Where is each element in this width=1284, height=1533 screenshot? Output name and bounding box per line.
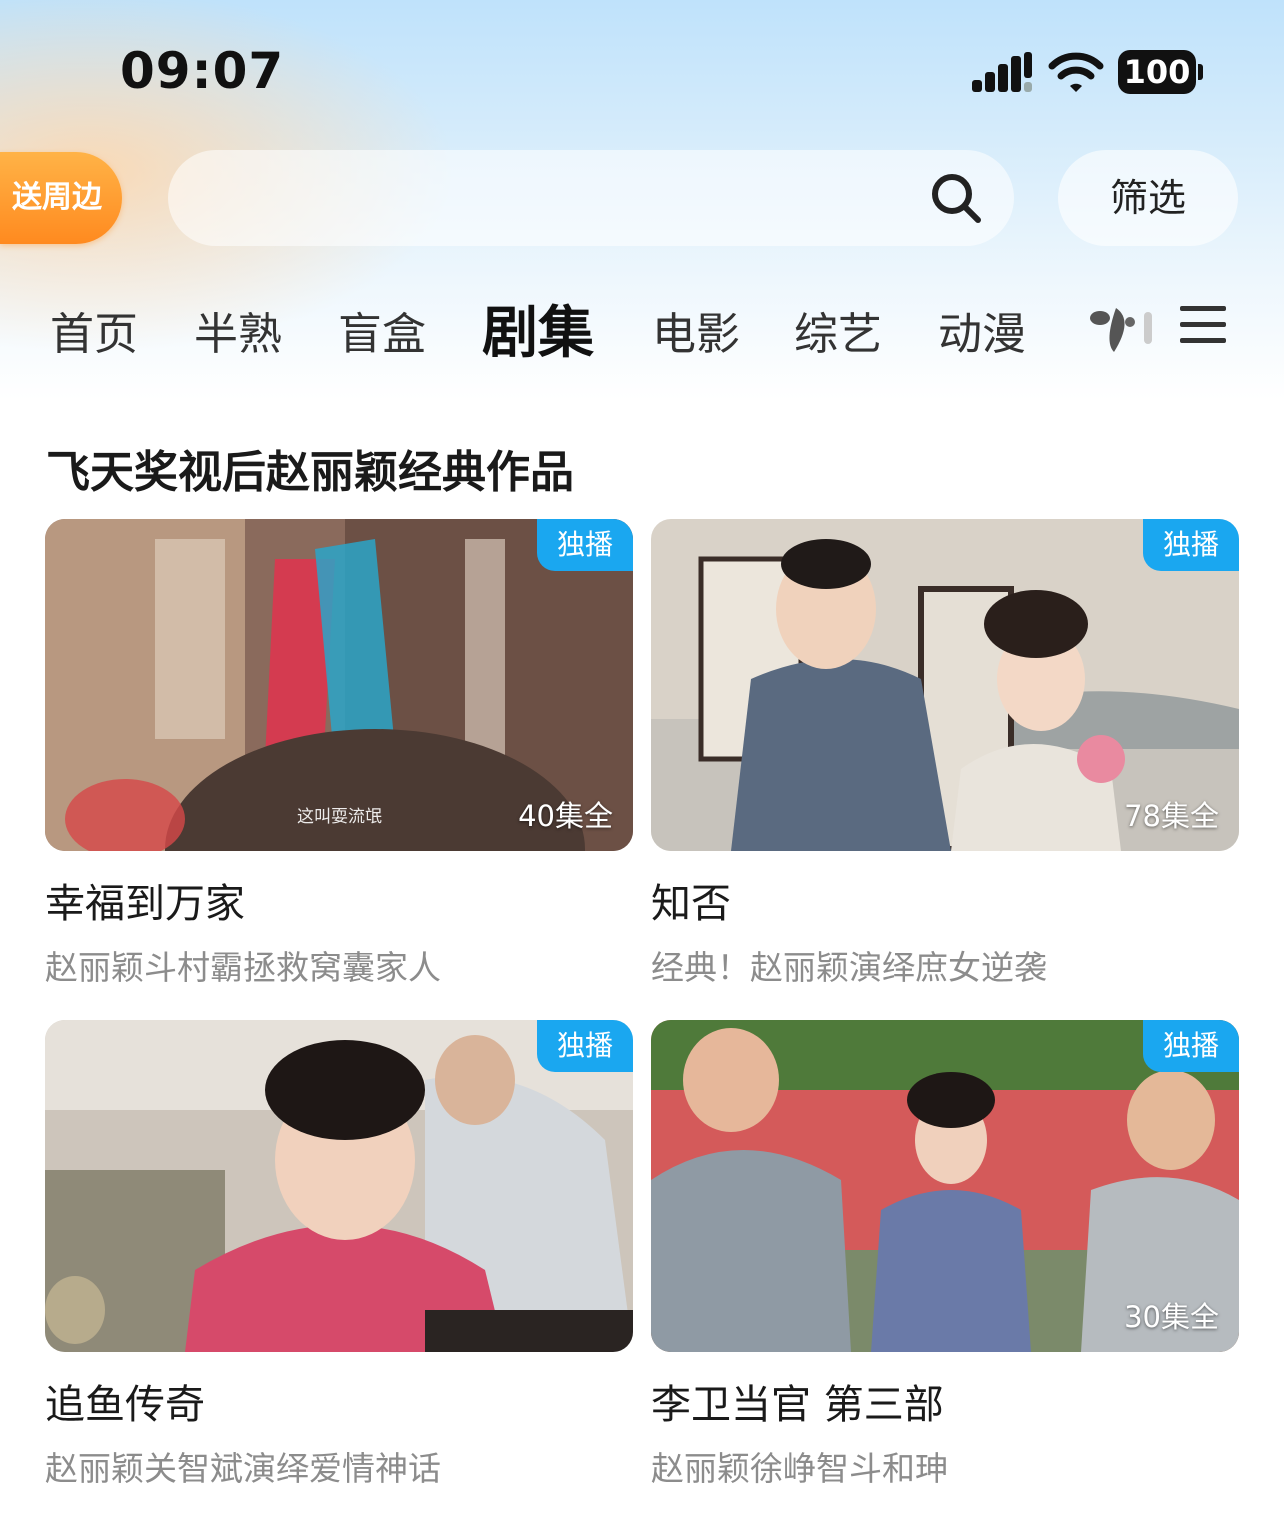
card-title[interactable]: 知否	[651, 871, 1239, 929]
battery-level: 100	[1118, 50, 1196, 94]
battery-icon: 100	[1118, 50, 1204, 94]
tab-variety[interactable]: 综艺	[794, 298, 882, 362]
gift-badge[interactable]: 送周边	[0, 152, 122, 244]
exclusive-badge: 独播	[1143, 519, 1239, 571]
tab-series[interactable]: 剧集	[482, 288, 594, 369]
exclusive-badge: 独播	[537, 1020, 633, 1072]
tab-anime[interactable]: 动漫	[938, 298, 1026, 362]
episode-count: 78集全	[1124, 799, 1219, 833]
drama-card[interactable]: 独播 追鱼传奇 赵丽颖关智斌演绎爱情神话	[45, 1020, 633, 1490]
search-input[interactable]	[168, 150, 1014, 246]
battery-tip	[1198, 64, 1203, 80]
wifi-icon	[1048, 52, 1104, 92]
poster-image	[45, 1020, 633, 1352]
drama-card[interactable]: 独播 30集全 李卫当官 第三部 赵丽颖徐峥智斗和珅	[651, 1020, 1239, 1490]
status-time: 09:07	[120, 42, 285, 100]
card-subtitle: 赵丽颖关智斌演绎爱情神话	[45, 1449, 441, 1488]
tab-movies[interactable]: 电影	[652, 298, 740, 362]
poster-thumbnail[interactable]: 独播 这叫耍流氓 40集全	[45, 519, 633, 851]
card-subtitle: 经典！赵丽颖演绎庶女逆袭	[651, 948, 1047, 987]
exclusive-badge: 独播	[1143, 1020, 1239, 1072]
filter-button[interactable]: 筛选	[1058, 150, 1238, 246]
episode-count: 30集全	[1124, 1300, 1219, 1334]
card-subtitle: 赵丽颖徐峥智斗和珅	[651, 1449, 948, 1488]
exclusive-badge: 独播	[537, 519, 633, 571]
tab-banshu[interactable]: 半熟	[194, 298, 282, 362]
search-icon[interactable]	[928, 170, 984, 226]
card-title[interactable]: 李卫当官 第三部	[651, 1372, 1239, 1430]
section-title: 飞天奖视后赵丽颖经典作品	[46, 447, 574, 498]
card-title[interactable]: 追鱼传奇	[45, 1372, 633, 1430]
channel-tabs: 首页 半熟 盲盒 剧集 电影 综艺 动漫	[0, 280, 1284, 370]
poster-thumbnail[interactable]: 独播 30集全	[651, 1020, 1239, 1352]
drama-card[interactable]: 独播 这叫耍流氓 40集全 幸福到万家 赵丽颖斗村霸拯救窝囊家人	[45, 519, 633, 989]
status-bar: 09:07 100	[0, 0, 1284, 140]
sprite-logo-icon[interactable]	[1086, 302, 1166, 358]
poster-thumbnail[interactable]: 独播 78集全	[651, 519, 1239, 851]
poster-caption: 这叫耍流氓	[297, 807, 382, 827]
episode-count: 40集全	[518, 799, 613, 833]
signal-icon	[972, 52, 1032, 92]
drama-card[interactable]: 独播 78集全 知否 经典！赵丽颖演绎庶女逆袭	[651, 519, 1239, 989]
card-subtitle: 赵丽颖斗村霸拯救窝囊家人	[45, 948, 441, 987]
tab-blind-box[interactable]: 盲盒	[338, 298, 426, 362]
menu-icon[interactable]	[1178, 300, 1228, 350]
card-title[interactable]: 幸福到万家	[45, 871, 633, 929]
poster-thumbnail[interactable]: 独播	[45, 1020, 633, 1352]
tab-home[interactable]: 首页	[50, 298, 138, 362]
